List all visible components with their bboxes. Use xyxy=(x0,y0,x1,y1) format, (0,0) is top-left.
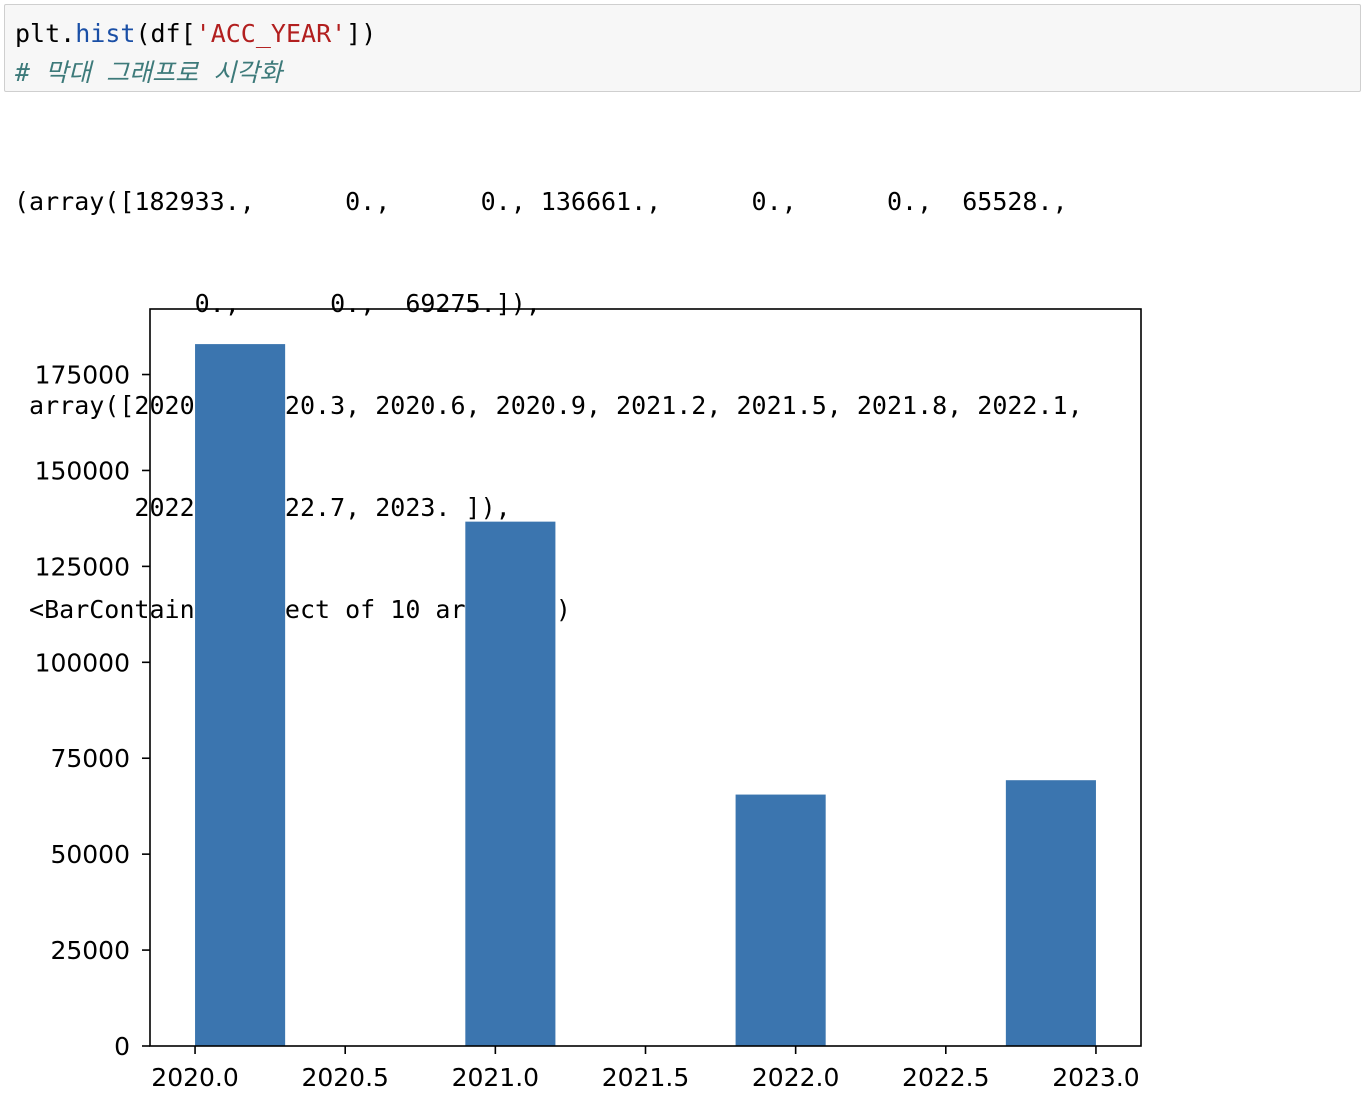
x-tick-label: 2023.0 xyxy=(1052,1063,1139,1092)
output-line: (array([182933., 0., 0., 136661., 0., 0.… xyxy=(14,187,1068,216)
x-tick-label: 2020.5 xyxy=(301,1063,388,1092)
y-tick-label: 75000 xyxy=(50,744,130,773)
histogram-chart: 0 25000 50000 75000 100000 125000 150000 175000… xyxy=(35,308,1142,1092)
x-tick-label: 2020.0 xyxy=(151,1063,238,1092)
x-tick-label: 2022.0 xyxy=(752,1063,839,1092)
x-tick-label: 2022.5 xyxy=(902,1063,989,1092)
axes-frame xyxy=(149,308,1142,1047)
histogram-bar xyxy=(735,794,826,1046)
code-input-cell[interactable]: plt.hist(df['ACC_YEAR']) # 막대 그래프로 시각화 xyxy=(4,4,1361,92)
code-line: plt.hist(df['ACC_YEAR']) xyxy=(15,19,376,48)
x-axis-ticks: 2020.0 2020.5 2021.0 2021.5 2022.0 2022.5 2023… xyxy=(151,1046,1140,1092)
x-tick-label: 2021.5 xyxy=(602,1063,689,1092)
code-token-close: ]) xyxy=(346,19,377,48)
histogram-bar xyxy=(1005,780,1096,1046)
y-tick-label: 175000 xyxy=(35,361,130,390)
y-tick-label: 125000 xyxy=(35,552,130,581)
code-comment: # 막대 그래프로 시각화 xyxy=(15,58,283,87)
histogram-bar xyxy=(465,521,556,1046)
code-token-open: (df[ xyxy=(135,19,196,48)
y-tick-label: 150000 xyxy=(35,456,130,485)
histogram-bar xyxy=(195,344,286,1047)
bars-group xyxy=(195,344,1096,1047)
y-axis-ticks: 0 25000 50000 75000 100000 125000 150000 175000 xyxy=(35,361,150,1061)
x-tick-label: 2021.0 xyxy=(452,1063,539,1092)
y-tick-label: 25000 xyxy=(50,936,130,965)
y-tick-label: 50000 xyxy=(50,840,130,869)
y-tick-label: 0 xyxy=(114,1032,130,1061)
y-tick-label: 100000 xyxy=(35,648,130,677)
code-token-object: plt. xyxy=(15,19,76,48)
code-token-string: 'ACC_YEAR' xyxy=(195,19,347,48)
code-token-function: hist xyxy=(75,19,136,48)
